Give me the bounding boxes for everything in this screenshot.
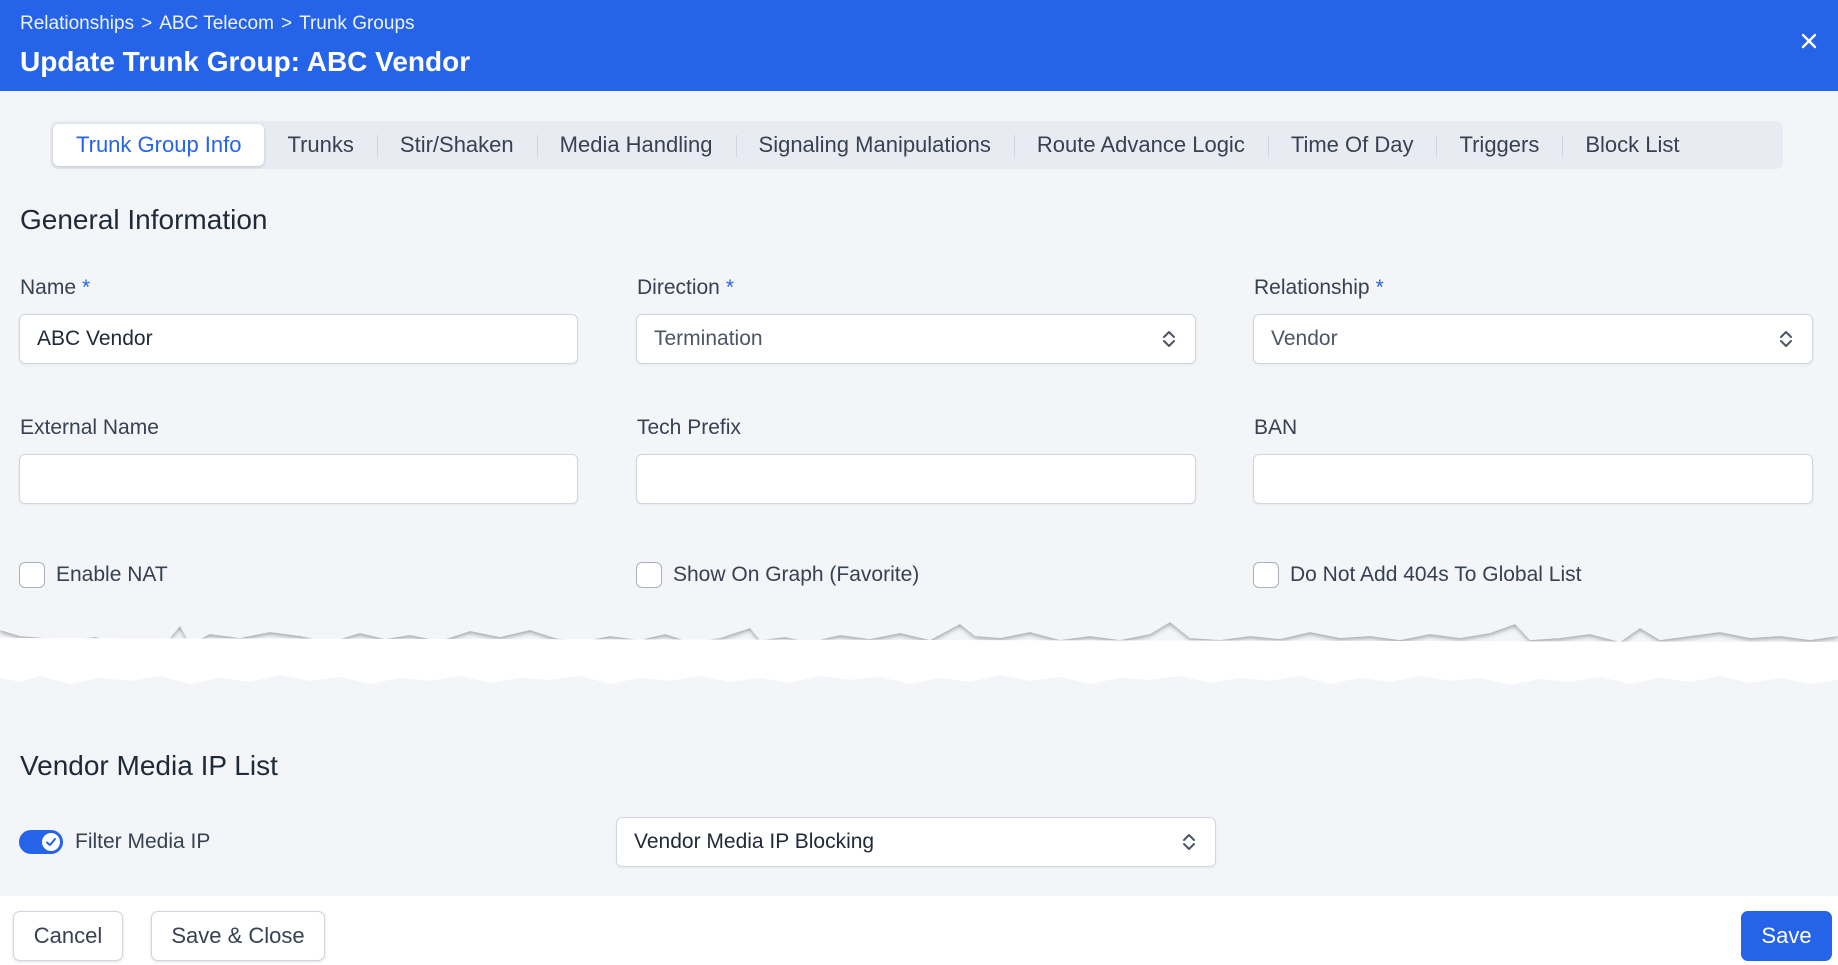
enable-nat-label: Enable NAT [56, 563, 168, 586]
tab-stir-shaken[interactable]: Stir/Shaken [376, 124, 537, 166]
tab-trunks[interactable]: Trunks [264, 124, 376, 166]
tab-route-advance-logic[interactable]: Route Advance Logic [1013, 124, 1268, 166]
name-input-value: ABC Vendor [37, 327, 153, 350]
modal-header: Relationships > ABC Telecom > Trunk Groups U… [0, 0, 1838, 91]
modal-footer: Cancel Save & Close Save [0, 896, 1838, 965]
show-on-graph-checkbox[interactable] [636, 562, 662, 588]
direction-select[interactable]: Termination [636, 314, 1196, 364]
check-icon [46, 838, 56, 846]
ban-label: BAN [1254, 416, 1298, 439]
ban-input[interactable] [1253, 454, 1813, 504]
tab-triggers[interactable]: Triggers [1436, 124, 1562, 166]
no-404-checkbox[interactable] [1253, 562, 1279, 588]
breadcrumb: Relationships > ABC Telecom > Trunk Groups [20, 13, 415, 35]
show-on-graph-row: Show On Graph (Favorite) [636, 562, 919, 588]
breadcrumb-separator: > [141, 13, 153, 34]
torn-page-divider [0, 618, 1838, 708]
tab-time-of-day[interactable]: Time Of Day [1267, 124, 1437, 166]
direction-label-text: Direction [637, 276, 720, 299]
tab-bar: Trunk Group Info Trunks Stir/Shaken Medi… [50, 121, 1783, 169]
required-marker: * [725, 276, 735, 299]
tab-signaling-manipulations[interactable]: Signaling Manipulations [735, 124, 1014, 166]
tech-prefix-label: Tech Prefix [637, 416, 741, 439]
save-button[interactable]: Save [1741, 911, 1832, 961]
filter-media-ip-toggle[interactable] [19, 830, 63, 854]
filter-media-ip-row: Filter Media IP [19, 830, 210, 854]
required-marker: * [82, 276, 91, 299]
filter-media-ip-label: Filter Media IP [75, 830, 211, 853]
breadcrumb-item-trunk-groups[interactable]: Trunk Groups [299, 13, 414, 35]
breadcrumb-separator: > [280, 13, 293, 34]
section-title-vendor-media-ip-list: Vendor Media IP List [20, 750, 278, 781]
breadcrumb-item-abc-telecom[interactable]: ABC Telecom [159, 13, 274, 35]
relationship-label: Relationship * [1254, 276, 1384, 300]
external-name-input[interactable] [19, 454, 578, 504]
tech-prefix-input[interactable] [636, 454, 1196, 504]
cancel-button[interactable]: Cancel [13, 911, 123, 961]
breadcrumb-item-relationships[interactable]: Relationships [20, 13, 134, 35]
tab-trunk-group-info[interactable]: Trunk Group Info [53, 124, 265, 166]
chevron-up-down-icon [1163, 331, 1175, 347]
close-icon [1801, 33, 1817, 49]
close-button[interactable] [1794, 26, 1824, 56]
relationship-select-value: Vendor [1271, 327, 1338, 350]
vendor-media-ip-list-select[interactable]: Vendor Media IP Blocking [616, 817, 1216, 867]
direction-select-value: Termination [654, 327, 763, 350]
chevron-up-down-icon [1183, 834, 1195, 850]
relationship-label-text: Relationship [1254, 276, 1370, 299]
tab-block-list[interactable]: Block List [1562, 124, 1702, 166]
external-name-label: External Name [20, 416, 159, 439]
page-title: Update Trunk Group: ABC Vendor [20, 46, 471, 77]
name-input[interactable]: ABC Vendor [19, 314, 578, 364]
direction-label: Direction * [637, 276, 734, 300]
toggle-knob [42, 833, 60, 851]
vendor-media-ip-list-value: Vendor Media IP Blocking [634, 830, 875, 853]
required-marker: * [1375, 276, 1384, 299]
name-label-text: Name [20, 276, 77, 299]
save-and-close-button[interactable]: Save & Close [151, 911, 325, 961]
section-title-general-information: General Information [20, 204, 268, 235]
enable-nat-row: Enable NAT [19, 562, 168, 588]
enable-nat-checkbox[interactable] [19, 562, 45, 588]
tab-media-handling[interactable]: Media Handling [536, 124, 736, 166]
no-404-row: Do Not Add 404s To Global List [1253, 562, 1581, 588]
name-label: Name * [20, 276, 90, 300]
show-on-graph-label: Show On Graph (Favorite) [673, 563, 920, 586]
chevron-up-down-icon [1780, 331, 1792, 347]
no-404-label: Do Not Add 404s To Global List [1290, 563, 1582, 586]
relationship-select[interactable]: Vendor [1253, 314, 1813, 364]
